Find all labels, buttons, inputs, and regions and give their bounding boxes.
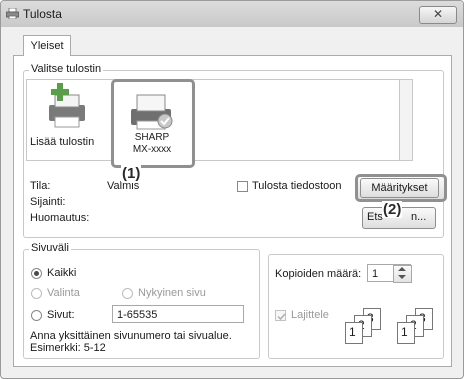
collate-page-1: 1 [345, 322, 363, 344]
radio-pages-label: Sivut: [47, 309, 75, 321]
callout-1: (1) [121, 165, 142, 182]
radio-current-page-label: Nykyinen sivu [138, 287, 206, 299]
hint-line-1: Anna yksittäinen sivunumero tai sivualue… [30, 330, 232, 342]
page-range-hint: Anna yksittäinen sivunumero tai sivualue… [30, 330, 232, 354]
add-printer-label: Lisää tulostin [30, 136, 95, 148]
printer-icon [6, 8, 19, 19]
select-printer-legend: Valitse tulostin [29, 63, 104, 75]
find-button-label-left: Ets [367, 211, 383, 223]
check-icon [277, 313, 286, 321]
printer-icon [131, 94, 173, 130]
print-to-file-checkbox[interactable] [237, 181, 248, 192]
print-to-file-label: Tulosta tiedostoon [252, 180, 342, 192]
preferences-button[interactable]: Määritykset [360, 178, 439, 198]
collate-label: Lajittele [291, 309, 329, 321]
status-label: Tila: [30, 180, 51, 192]
radio-all-label: Kaikki [47, 267, 77, 279]
print-dialog: Tulosta ✕ Yleiset Valitse tulostin Lisää… [0, 0, 464, 379]
add-printer-icon [49, 83, 85, 128]
printer-name-line2: MX-xxxx [132, 144, 172, 155]
printer-name-line1: SHARP [134, 132, 170, 143]
tab-general[interactable]: Yleiset [23, 35, 71, 56]
stepper-up-icon[interactable] [398, 267, 406, 271]
sharp-printer-name: SHARP MX-xxxx [114, 132, 190, 156]
collate-page-1: 1 [397, 322, 415, 344]
close-button[interactable]: ✕ [419, 6, 457, 24]
callout-2: (2) [382, 201, 403, 218]
comment-label: Huomautus: [30, 212, 90, 224]
title-bar: Tulosta ✕ [1, 1, 463, 27]
radio-all[interactable] [31, 268, 42, 279]
window-title: Tulosta [23, 7, 62, 21]
pages-input[interactable]: 1-65535 [112, 305, 244, 323]
add-printer-tile[interactable] [39, 83, 95, 131]
location-label: Sijainti: [30, 196, 66, 208]
radio-pages[interactable] [31, 310, 42, 321]
copies-stepper[interactable] [393, 265, 412, 283]
find-button-label-right: n... [411, 211, 427, 223]
collate-checkbox[interactable] [275, 310, 286, 321]
collate-stack-2: 3 2 1 [393, 308, 441, 346]
collate-stack-1: 3 2 1 [341, 308, 389, 346]
radio-selection-label: Valinta [47, 287, 80, 299]
printer-list-scrollbar[interactable] [399, 79, 413, 161]
copies-label: Kopioiden määrä: [275, 268, 362, 280]
radio-current-page[interactable] [122, 288, 133, 299]
radio-selection[interactable] [31, 288, 42, 299]
page-range-legend: Sivuväli [29, 242, 71, 254]
hint-line-2: Esimerkki: 5-12 [30, 342, 106, 354]
stepper-down-icon[interactable] [398, 275, 406, 279]
